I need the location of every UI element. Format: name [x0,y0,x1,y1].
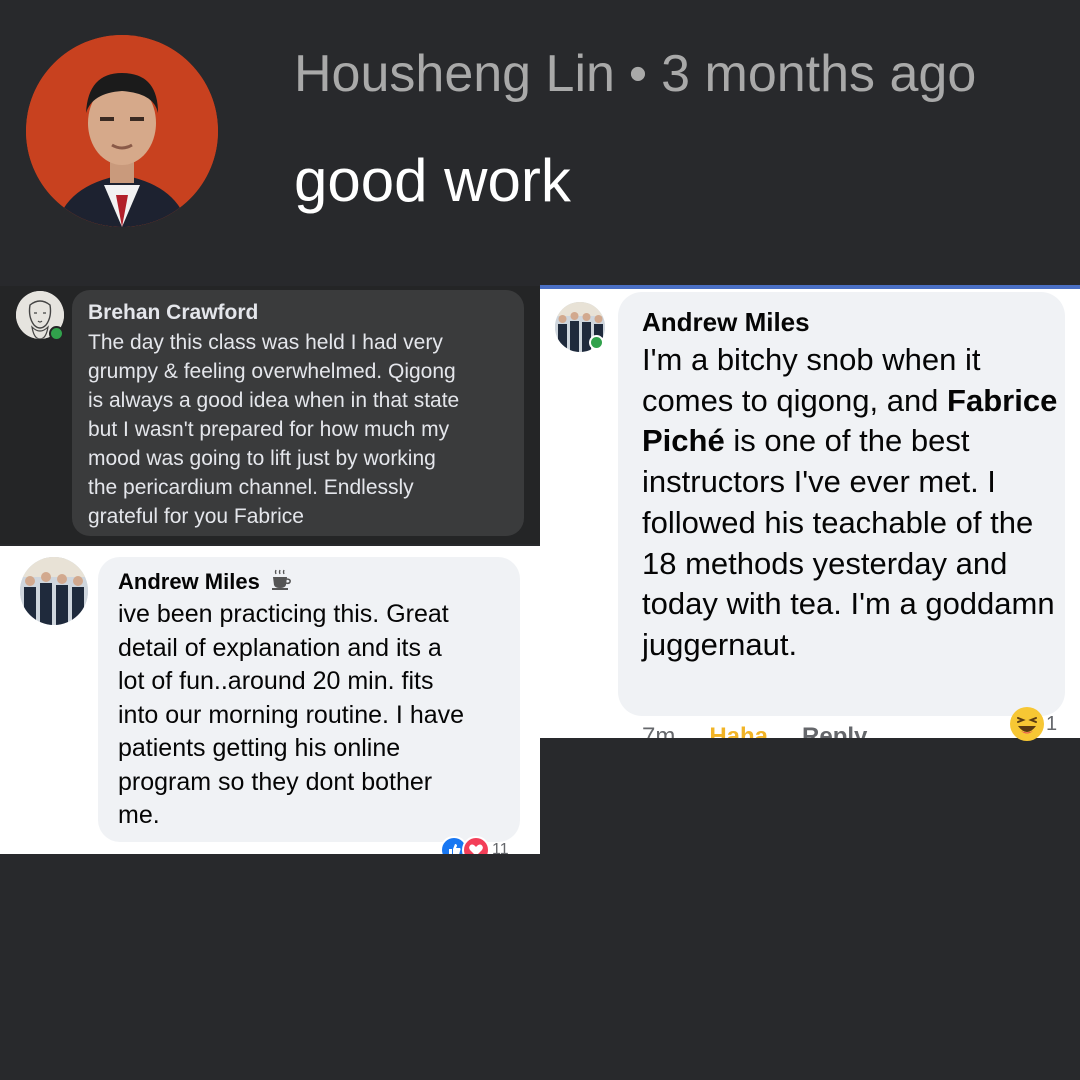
reply-link[interactable]: Reply [802,723,867,738]
comment-meta: Housheng Lin • 3 months ago [294,44,976,104]
love-icon [462,836,490,854]
reaction-summary[interactable]: 11 [440,836,509,854]
coffee-cup-icon [270,569,292,597]
comment-text-end: is one of the best instructors I've ever… [642,423,1055,662]
comment-timestamp[interactable]: 7m [642,723,675,738]
housheng-lin-avatar[interactable] [26,35,218,227]
comment-text: I'm a bitchy snob when it comes to qigon… [642,340,1062,666]
reaction-count: 11 [492,841,509,854]
comment-text: The day this class was held I had very g… [88,331,460,528]
reaction-summary[interactable]: 1 [1010,707,1057,743]
laughing-emoji-icon [1010,707,1044,741]
comment-text: good work [294,147,571,214]
comment-actions: 7m Haha Reply [642,723,901,738]
comment-author-line: Andrew Miles [118,569,292,597]
online-status-dot [589,335,604,350]
reaction-count: 1 [1046,712,1058,735]
andrew-miles-avatar[interactable] [20,557,88,625]
comment-author[interactable]: Housheng Lin [294,45,615,103]
meta-separator: • [628,45,648,103]
online-status-dot [49,326,64,341]
comment-text-start: I'm a bitchy snob when it comes to qigon… [642,342,981,418]
comment-text: ive been practicing this. Great detail o… [118,600,465,829]
comment-author[interactable]: Andrew Miles [642,307,810,338]
comment-author[interactable]: Brehan Crawford [88,301,258,325]
comment-author[interactable]: Andrew Miles [118,569,260,594]
haha-reaction-link[interactable]: Haha [709,723,768,738]
comment-timestamp[interactable]: 3 months ago [661,45,976,103]
